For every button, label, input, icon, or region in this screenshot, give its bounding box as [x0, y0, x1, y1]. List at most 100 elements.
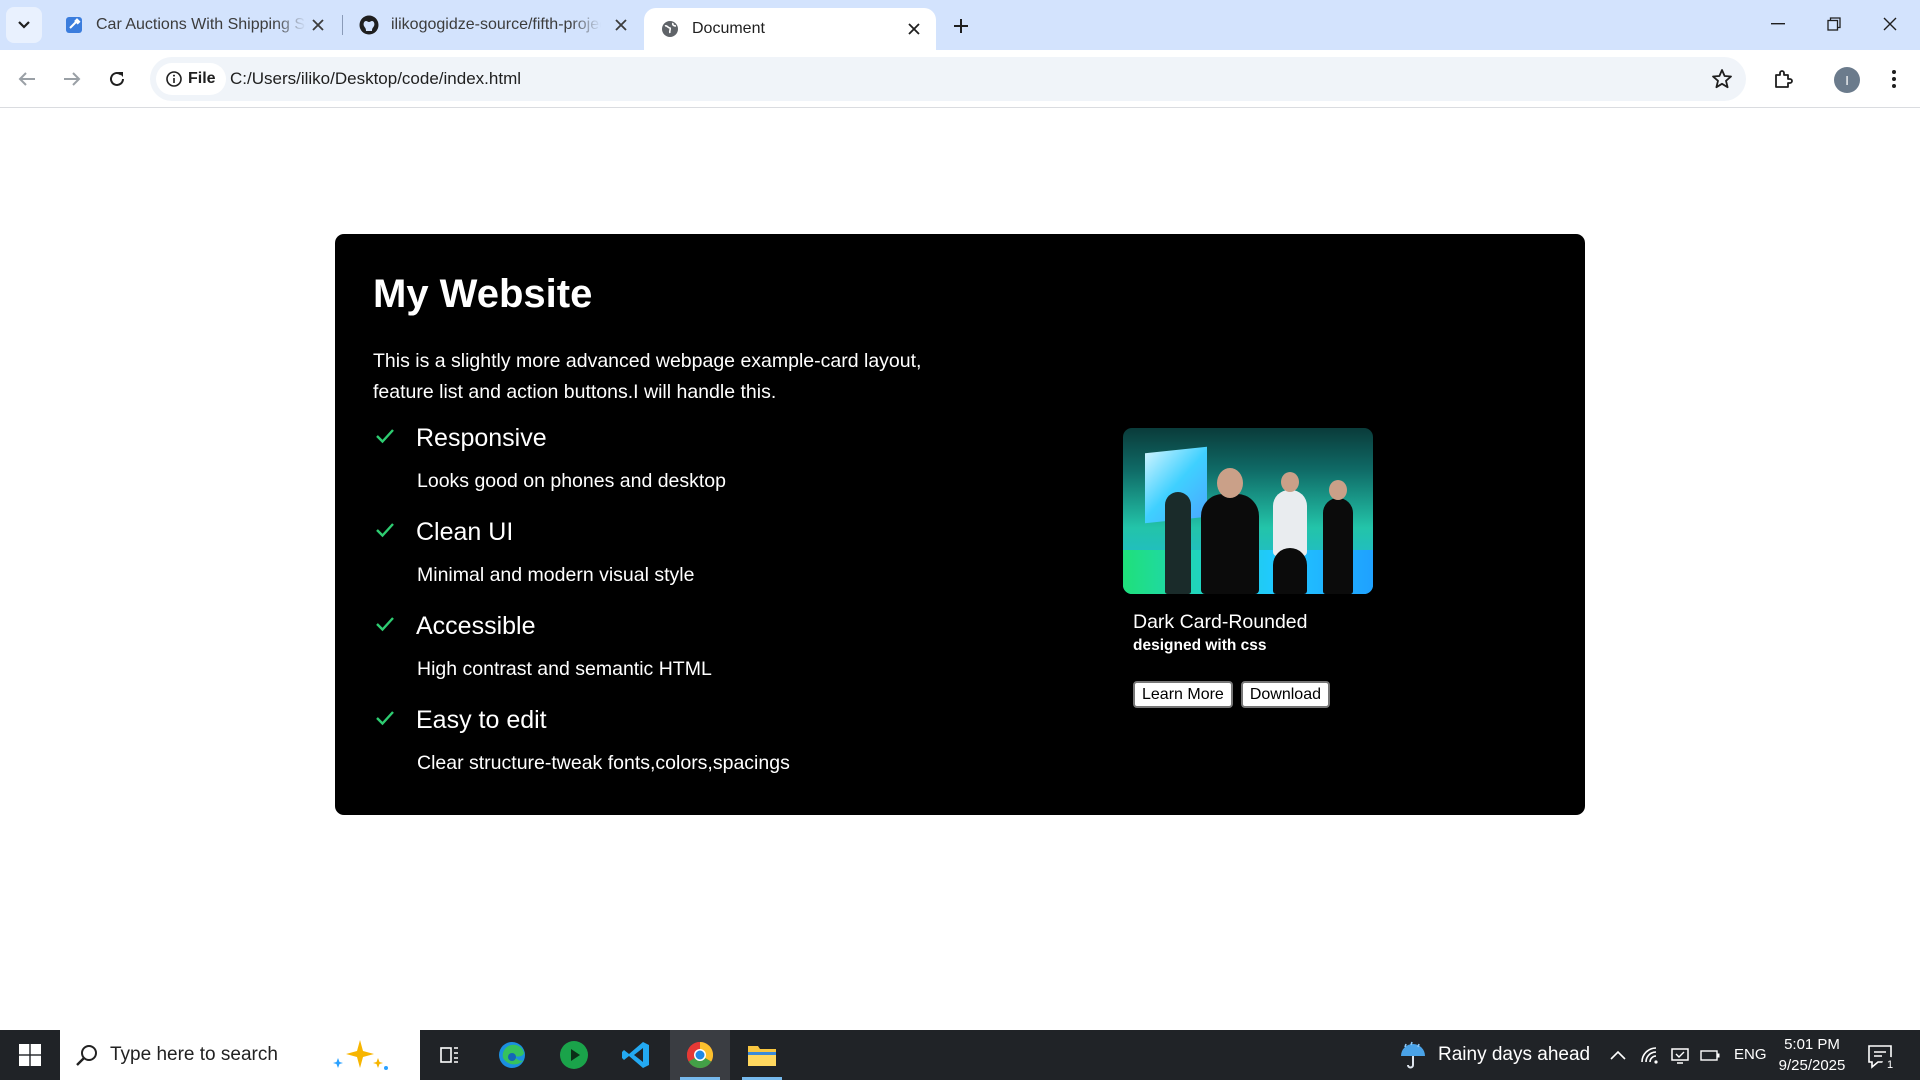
feature-title: Clean UI [416, 518, 514, 546]
chevron-down-icon [18, 21, 30, 29]
vscode-icon [622, 1042, 649, 1068]
system-clock[interactable]: 5:01 PM 9/25/2025 [1776, 1034, 1848, 1076]
close-window-button[interactable] [1862, 0, 1918, 48]
chip-label: File [188, 70, 216, 87]
photo-head [1217, 468, 1243, 498]
action-buttons: Learn More Download [1133, 681, 1373, 708]
website-card: My Website This is a slightly more advan… [335, 234, 1585, 815]
feature-description: High contrast and semantic HTML [417, 658, 712, 680]
restore-icon [1827, 17, 1841, 31]
network-icon[interactable] [1638, 1043, 1662, 1067]
feature-title: Responsive [416, 424, 547, 452]
check-icon [376, 523, 394, 538]
feature-title: Easy to edit [416, 706, 547, 734]
clock-time: 5:01 PM [1784, 1036, 1840, 1053]
photo-person-main [1201, 494, 1259, 594]
chrome-icon [686, 1041, 714, 1069]
tab-title: Document [692, 20, 765, 37]
card-photo [1123, 428, 1373, 594]
feature-description: Minimal and modern visual style [417, 564, 695, 586]
display-icon[interactable] [1668, 1043, 1692, 1067]
language-indicator[interactable]: ENG [1734, 1046, 1767, 1063]
feature-description: Clear structure-tweak fonts,colors,spaci… [417, 752, 790, 774]
arrow-left-icon [18, 72, 35, 86]
site-info-chip[interactable]: File [156, 63, 226, 95]
tab-search-button[interactable] [6, 7, 42, 43]
check-icon [376, 617, 394, 632]
taskbar-task-view[interactable] [420, 1030, 480, 1080]
check-icon [376, 711, 394, 726]
tab-car-auctions[interactable]: Car Auctions With Shipping Ser [48, 0, 340, 50]
photo-person [1165, 492, 1191, 594]
windows-icon [19, 1044, 41, 1066]
chevron-up-icon[interactable] [1606, 1043, 1630, 1067]
new-tab-button[interactable] [946, 11, 976, 41]
address-bar[interactable]: File C:/Users/iliko/Desktop/code/index.h… [150, 57, 1746, 101]
tab-title: Car Auctions With Shipping Ser [96, 16, 306, 33]
auction-favicon-icon [64, 15, 84, 35]
play-icon [560, 1041, 588, 1069]
profile-avatar[interactable]: I [1834, 67, 1860, 93]
bookmark-star-icon[interactable] [1710, 67, 1734, 91]
task-view-icon [440, 1047, 458, 1063]
extensions-button[interactable] [1766, 62, 1800, 96]
url-text[interactable]: C:/Users/iliko/Desktop/code/index.html [230, 69, 521, 89]
info-icon [166, 71, 182, 87]
umbrella-rain-icon [1401, 1041, 1425, 1069]
page-title: My Website [373, 272, 593, 316]
media-panel: Dark Card-Rounded designed with css Lear… [1123, 428, 1373, 708]
download-button[interactable]: Download [1240, 681, 1330, 708]
taskbar-search[interactable]: Type here to search [60, 1030, 420, 1080]
browser-menu-button[interactable] [1880, 62, 1908, 96]
learn-more-button[interactable]: Learn More [1133, 681, 1233, 708]
weather-widget[interactable]: Rainy days ahead [1398, 1030, 1590, 1080]
check-icon [376, 429, 394, 444]
tab-document[interactable]: Document [644, 8, 936, 50]
close-tab-icon[interactable] [306, 13, 330, 37]
close-icon [1883, 17, 1897, 31]
close-tab-icon[interactable] [609, 13, 633, 37]
minimize-icon [1771, 23, 1785, 25]
tab-strip: Car Auctions With Shipping Ser ilikogogi… [0, 0, 1920, 50]
taskbar-chrome[interactable] [670, 1030, 730, 1080]
tab-github[interactable]: ilikogogidze-source/fifth-projec [343, 0, 643, 50]
github-icon [359, 15, 379, 35]
browser-toolbar: File C:/Users/iliko/Desktop/code/index.h… [0, 50, 1920, 108]
puzzle-icon [1775, 70, 1793, 88]
folder-icon [748, 1046, 776, 1066]
photo-person [1273, 548, 1307, 594]
search-placeholder: Type here to search [110, 1044, 278, 1065]
taskbar-edge[interactable] [482, 1030, 542, 1080]
reload-button[interactable] [100, 62, 134, 96]
battery-icon[interactable] [1698, 1043, 1722, 1067]
globe-icon [660, 19, 680, 39]
plus-icon [954, 19, 968, 33]
forward-button[interactable] [55, 62, 89, 96]
arrow-right-icon [64, 72, 81, 86]
photo-person [1273, 490, 1307, 556]
photo-head [1281, 472, 1299, 492]
minimize-button[interactable] [1750, 0, 1806, 48]
media-caption-subtitle: designed with css [1133, 637, 1267, 654]
taskbar-file-explorer[interactable] [732, 1030, 792, 1080]
close-tab-icon[interactable] [902, 17, 926, 41]
restore-button[interactable] [1806, 0, 1862, 48]
feature-title: Accessible [416, 612, 536, 640]
search-icon [76, 1045, 97, 1066]
clock-date: 9/25/2025 [1778, 1057, 1846, 1074]
tab-title: ilikogogidze-source/fifth-projec [391, 16, 601, 33]
more-vert-icon [1892, 70, 1896, 88]
media-caption-title: Dark Card-Rounded [1133, 611, 1308, 633]
weather-text: Rainy days ahead [1438, 1044, 1591, 1065]
intro-text: This is a slightly more advanced webpage… [373, 350, 922, 403]
photo-person [1323, 498, 1353, 594]
start-button[interactable] [0, 1030, 60, 1080]
sparkle-icon [333, 1040, 388, 1070]
taskbar-vscode[interactable] [606, 1030, 666, 1080]
feature-description: Looks good on phones and desktop [417, 470, 727, 492]
taskbar-media-player[interactable] [544, 1030, 604, 1080]
edge-icon [499, 1042, 525, 1068]
back-button[interactable] [10, 62, 44, 96]
windows-taskbar: Type here to search Rainy days ahead ENG… [0, 1030, 1920, 1080]
notification-count: 1 [1882, 1057, 1898, 1073]
